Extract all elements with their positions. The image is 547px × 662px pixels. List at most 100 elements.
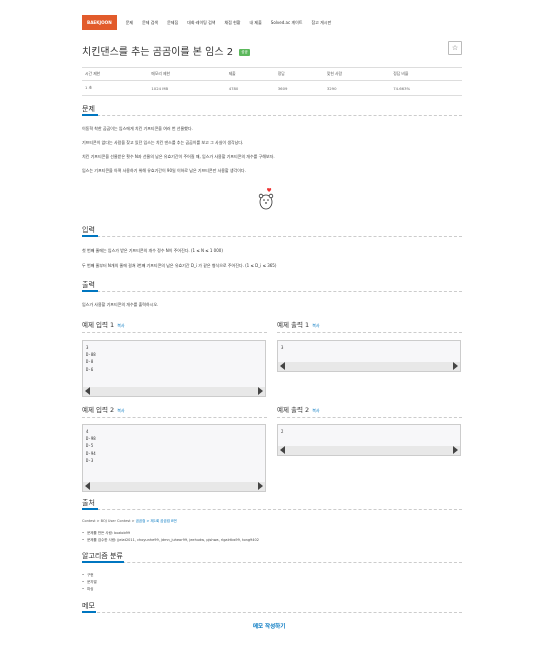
nav-item-solvedac[interactable]: Solved.ac 게이트 [271, 20, 303, 26]
stats-cell: 3290 [323, 80, 391, 96]
section-accent [82, 235, 98, 237]
horizontal-scrollbar[interactable] [278, 362, 460, 371]
list-item: 문제를 만든 사람: bozlob99 [82, 531, 259, 536]
source-breadcrumb: Contest > BOJ User Contest > 곰곰컵 > 제1회 곰… [82, 519, 177, 524]
stats-cell: 1024 MB [148, 80, 226, 96]
problem-title: 치킨댄스를 추는 곰곰이를 본 임스 2 [82, 47, 234, 58]
source-link[interactable]: 곰곰컵 > 제1회 곰곰컵 B번 [136, 519, 177, 523]
copy-button[interactable]: 복사 [312, 323, 319, 328]
section-divider [82, 236, 462, 237]
description-line: 임스는 기프티콘을 아껴 사용하기 위해 유효기간이 90일 이하로 남은 기프… [82, 168, 246, 173]
copy-button[interactable]: 복사 [117, 323, 124, 328]
section-title-source: 출처 [82, 499, 95, 507]
nav-item-problems[interactable]: 문제 [126, 20, 133, 26]
nav-item-status[interactable]: 채점 현황 [224, 20, 240, 26]
example-output-1-text: 3 [281, 345, 284, 350]
bear-mascot-image [258, 188, 274, 210]
scroll-left-icon[interactable] [280, 446, 285, 454]
copy-button[interactable]: 복사 [312, 408, 319, 413]
section-accent [82, 508, 98, 510]
nav-item-board[interactable]: 참고 게시판 [311, 20, 331, 26]
section-divider [82, 332, 267, 333]
site-logo[interactable]: BAEKJOON [82, 15, 117, 30]
section-accent [82, 561, 124, 563]
section-divider [82, 417, 267, 418]
stats-header: 정답 비율 [390, 67, 462, 81]
scroll-left-icon[interactable] [280, 362, 285, 370]
nav-item-problem-search[interactable]: 문제 검색 [142, 20, 158, 26]
section-divider [82, 562, 462, 563]
algorithm-tag[interactable]: 문자열 [82, 580, 97, 585]
stats-header: 정답 [274, 67, 324, 81]
nav-item-workbook[interactable]: 문제집 [167, 20, 178, 26]
section-divider [277, 332, 462, 333]
scroll-left-icon[interactable] [85, 482, 90, 490]
stats-table: 시간 제한 메모리 제한 제출 정답 맞힌 사람 정답 비율 1 초 1024 … [82, 67, 462, 96]
write-memo-button[interactable]: 메모 작성하기 [253, 622, 285, 630]
stats-cell: 4780 [225, 80, 275, 96]
section-accent [82, 114, 98, 116]
scroll-right-icon[interactable] [258, 482, 263, 490]
source-prefix: Contest > BOJ User Contest > [82, 519, 136, 523]
page-title: 치킨댄스를 추는 곰곰이를 본 임스 2 성공 [82, 43, 250, 58]
section-title-problem: 문제 [82, 105, 95, 113]
algorithm-tag[interactable]: 구현 [82, 573, 97, 578]
star-button[interactable]: ☆ [448, 41, 462, 55]
horizontal-scrollbar[interactable] [83, 482, 265, 491]
algorithm-list: 구현 문자열 파싱 [82, 573, 97, 594]
input-description-line: 첫 번째 줄에는 임스가 받은 기프티콘의 개수 정수 N이 주어진다. (1 … [82, 248, 223, 253]
example-title-text: 예제 입력 1 [82, 321, 115, 329]
scroll-left-icon[interactable] [85, 387, 90, 395]
section-accent [82, 290, 98, 292]
scroll-right-icon[interactable] [453, 362, 458, 370]
output-description: 임스가 사용할 기프티콘의 개수를 출력하시오. [82, 302, 159, 307]
horizontal-scrollbar[interactable] [278, 446, 460, 455]
example-title-text: 예제 출력 2 [277, 406, 310, 414]
nav-item-my-submissions[interactable]: 내 제출 [249, 20, 261, 26]
example-input-2-box[interactable]: 4 D-98 D-5 D-94 D-3 [82, 424, 266, 492]
example-output-2-title: 예제 출력 2 복사 [277, 404, 320, 414]
page: BAEKJOON 문제 문제 검색 문제집 대회·레이팅 검색 채점 현황 내 … [0, 0, 547, 662]
description-line: 치킨 기프티콘을 선물받은 횟수 N과 선물의 남은 유효기간이 주어질 때, … [82, 154, 275, 159]
stats-cell: 74.663% [390, 80, 462, 96]
example-input-1-box[interactable]: 3 D-88 D-8 D-6 [82, 340, 266, 397]
example-output-1-box[interactable]: 3 [277, 340, 461, 372]
copy-button[interactable]: 복사 [117, 408, 124, 413]
section-divider [82, 115, 462, 116]
example-input-2-text: 4 D-98 D-5 D-94 D-3 [86, 429, 96, 463]
stats-header: 맞힌 사람 [323, 67, 391, 81]
top-nav: BAEKJOON 문제 문제 검색 문제집 대회·레이팅 검색 채점 현황 내 … [82, 15, 331, 30]
section-divider [82, 612, 462, 613]
status-badge: 성공 [239, 48, 250, 56]
section-title-input: 입력 [82, 226, 95, 234]
scroll-right-icon[interactable] [258, 387, 263, 395]
nav-item-contest[interactable]: 대회·레이팅 검색 [187, 20, 215, 26]
stats-header: 메모리 제한 [148, 67, 226, 81]
stats-cell: 1 초 [82, 80, 149, 96]
example-title-text: 예제 출력 1 [277, 321, 310, 329]
algorithm-tag[interactable]: 파싱 [82, 587, 97, 592]
section-title-memo: 메모 [82, 602, 95, 610]
example-output-2-box[interactable]: 2 [277, 424, 461, 456]
example-input-1-title: 예제 입력 1 복사 [82, 319, 125, 329]
stats-cell: 3609 [274, 80, 324, 96]
example-input-2-title: 예제 입력 2 복사 [82, 404, 125, 414]
section-title-output: 출력 [82, 281, 95, 289]
example-output-2-text: 2 [281, 429, 284, 434]
list-item: 문제를 검수한 사람: jjelat2011, choyunhe99, jdmn… [82, 538, 259, 543]
description-line: 기프티콘이 없다는 사람을 찾고 있던 임스는 치킨 댄스를 추는 곰곰이를 보… [82, 140, 244, 145]
stats-header: 제출 [225, 67, 275, 81]
stats-header: 시간 제한 [82, 67, 149, 81]
horizontal-scrollbar[interactable] [83, 387, 265, 396]
input-description-line: 두 번째 줄부터 N개의 줄에 걸쳐 i번째 기프티콘의 남은 유효기간 D_i… [82, 263, 277, 268]
section-divider [82, 291, 462, 292]
description-line: 이동혁 착한 곰곰이는 임스에게 치킨 기프티콘을 여러 번 선물했다. [82, 126, 193, 131]
example-output-1-title: 예제 출력 1 복사 [277, 319, 320, 329]
section-title-algorithms: 알고리즘 분류 [82, 552, 123, 560]
source-list: 문제를 만든 사람: bozlob99 문제를 검수한 사람: jjelat20… [82, 531, 259, 545]
example-input-1-text: 3 D-88 D-8 D-6 [86, 345, 96, 372]
section-accent [82, 611, 96, 613]
section-divider [82, 509, 462, 510]
section-divider [277, 417, 462, 418]
scroll-right-icon[interactable] [453, 446, 458, 454]
